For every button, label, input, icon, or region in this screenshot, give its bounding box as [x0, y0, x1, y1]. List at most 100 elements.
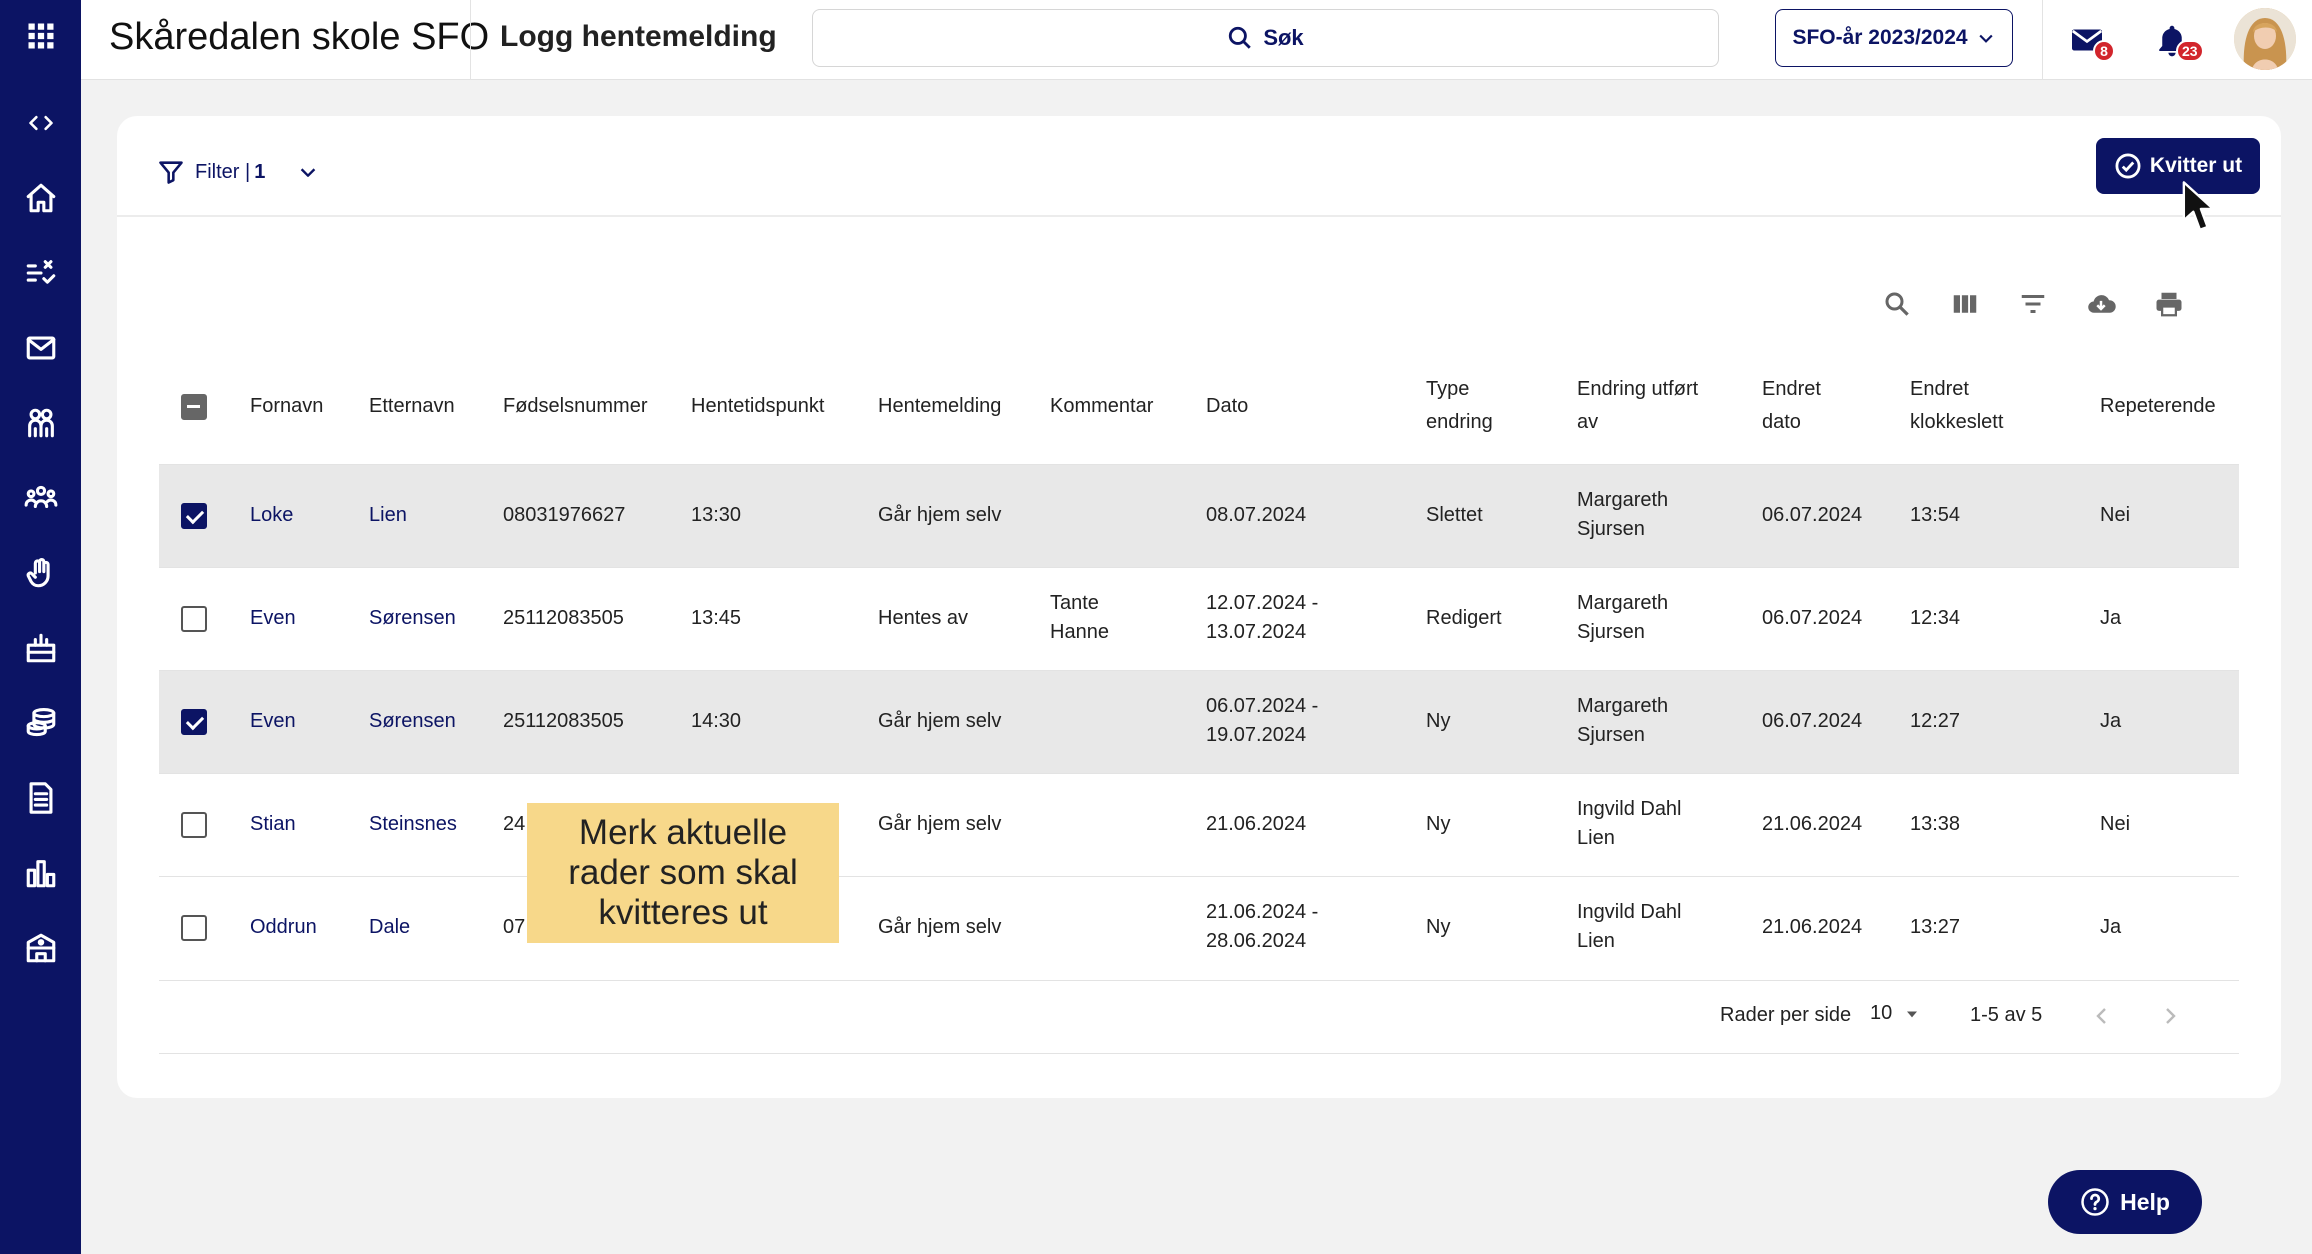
tasks-icon[interactable] [0, 243, 81, 303]
header-dato[interactable]: Dato [1206, 390, 1248, 423]
row-checkbox[interactable] [181, 503, 207, 529]
pagination-bottom-line [159, 1053, 2239, 1054]
cell-fornavn[interactable]: Stian [250, 810, 296, 839]
cell-etternavn[interactable]: Steinsnes [369, 810, 457, 839]
columns-icon[interactable] [1943, 282, 1987, 326]
messages-button[interactable]: 8 [2047, 0, 2127, 80]
cell-endring-utfort-av-line2: Sjursen [1577, 724, 1645, 746]
row-checkbox[interactable] [181, 606, 207, 632]
cell-repeterende: Ja [2100, 916, 2122, 938]
cell-kommentar-line2: Hanne [1050, 621, 1109, 643]
kvitter-ut-button[interactable]: Kvitter ut [2096, 138, 2260, 194]
filter-list-icon[interactable] [2011, 282, 2055, 326]
header-endret-dato[interactable]: Endret dato [1762, 373, 1821, 439]
row-checkbox[interactable] [181, 812, 207, 838]
header-endret-klokkeslett[interactable]: Endret klokkeslett [1910, 373, 2003, 439]
search-input[interactable]: Søk [812, 9, 1719, 67]
cell-endring-utfort-av-line1: Margareth [1577, 592, 1669, 614]
cell-etternavn[interactable]: Lien [369, 501, 407, 530]
school-name[interactable]: Skåredalen skole SFO [109, 16, 489, 59]
statistics-icon[interactable] [0, 843, 81, 903]
table-search-icon[interactable] [1875, 282, 1919, 326]
cell-endret-klokkeslett: 12:34 [1910, 607, 1961, 629]
filter-label: Filter | [195, 160, 251, 183]
row-checkbox[interactable] [181, 915, 207, 941]
document-icon[interactable] [0, 768, 81, 828]
row-divider [159, 670, 2239, 671]
people-icon[interactable] [0, 393, 81, 453]
row-divider [159, 773, 2239, 774]
cell-fodselsnummer: 25112083505 [503, 710, 624, 732]
question-circle-icon [2081, 1188, 2109, 1216]
cell-endring-utfort-av: Margareth Sjursen [1577, 486, 1668, 544]
caret-down-icon [1907, 1011, 1918, 1017]
expand-sidebar-icon[interactable] [0, 93, 81, 153]
avatar[interactable] [2234, 8, 2296, 70]
header-fornavn[interactable]: Fornavn [250, 390, 323, 423]
cell-fodselsnummer: 07 [503, 916, 526, 938]
chevron-down-icon [1978, 34, 1993, 43]
home-icon[interactable] [0, 168, 81, 228]
apps-grid-icon[interactable] [0, 6, 81, 66]
header-hentetidspunkt[interactable]: Hentetidspunkt [691, 390, 824, 423]
help-button[interactable]: Help [2048, 1170, 2202, 1234]
rows-per-page-select[interactable]: 10 [1870, 1002, 1922, 1025]
cell-endret-klokkeslett: 13:27 [1910, 916, 1961, 938]
header-etternavn[interactable]: Etternavn [369, 390, 455, 423]
header-endret-dato-line2: dato [1762, 411, 1801, 433]
topbar: Skåredalen skole SFO Logg hentemelding S… [81, 0, 2312, 80]
header-repeterende[interactable]: Repeterende [2100, 390, 2216, 423]
cell-etternavn[interactable]: Dale [369, 913, 410, 942]
header-type-endring-line2: endring [1426, 411, 1493, 433]
cell-endring-utfort-av-line2: Sjursen [1577, 518, 1645, 540]
filter-funnel-icon [159, 161, 183, 184]
school-icon[interactable] [0, 918, 81, 978]
download-cloud-icon[interactable] [2079, 282, 2123, 326]
cell-fornavn[interactable]: Loke [250, 501, 293, 530]
prev-page-icon[interactable] [2090, 1004, 2114, 1028]
sidebar [0, 0, 81, 1254]
cell-etternavn[interactable]: Sørensen [369, 604, 456, 633]
cell-fodselsnummer: 25112083505 [503, 607, 624, 629]
cell-endret-dato: 06.07.2024 [1762, 710, 1863, 732]
kvitter-ut-label: Kvitter ut [2149, 154, 2243, 177]
header-hentemelding[interactable]: Hentemelding [878, 390, 1001, 423]
groups-icon[interactable] [0, 468, 81, 528]
year-select-label: SFO-år 2023/2024 [1792, 26, 1968, 49]
filter-button[interactable]: Filter | 1 [157, 150, 319, 194]
activities-icon[interactable] [0, 618, 81, 678]
header-fodselsnummer[interactable]: Fødselsnummer [503, 390, 647, 423]
payments-icon[interactable] [0, 693, 81, 753]
cell-repeterende: Nei [2100, 813, 2131, 835]
pagination-range: 1-5 av 5 [1970, 1004, 2043, 1026]
cell-etternavn[interactable]: Sørensen [369, 707, 456, 736]
topbar-divider [2042, 0, 2043, 80]
table-bottom-line [159, 980, 2239, 981]
row-checkbox[interactable] [181, 709, 207, 735]
cell-type-endring: Slettet [1426, 504, 1483, 526]
header-type-endring[interactable]: Type endring [1426, 373, 1493, 439]
cell-fornavn[interactable]: Even [250, 707, 296, 736]
help-label: Help [2120, 1188, 2170, 1215]
mail-icon[interactable] [0, 318, 81, 378]
card-divider [117, 215, 2281, 217]
cell-fornavn[interactable]: Oddrun [250, 913, 317, 942]
select-all-checkbox[interactable] [181, 394, 207, 420]
header-endring-av-line2: av [1577, 411, 1599, 433]
cell-fornavn[interactable]: Even [250, 604, 296, 633]
cell-dato-line1: 06.07.2024 - [1206, 695, 1319, 717]
cell-dato: 21.06.2024 [1206, 810, 1306, 839]
year-select[interactable]: SFO-år 2023/2024 [1775, 9, 2013, 67]
header-kommentar[interactable]: Kommentar [1050, 390, 1153, 423]
cell-dato: 08.07.2024 [1206, 501, 1306, 530]
cell-repeterende: Ja [2100, 710, 2122, 732]
cell-kommentar-line1: Tante [1050, 592, 1099, 614]
header-endring-utfort-av[interactable]: Endring utført av [1577, 373, 1698, 439]
cell-type-endring: Ny [1426, 813, 1451, 835]
notifications-button[interactable]: 23 [2132, 0, 2212, 80]
print-icon[interactable] [2147, 282, 2191, 326]
next-page-icon[interactable] [2158, 1004, 2182, 1028]
cell-endring-utfort-av-line1: Ingvild Dahl [1577, 901, 1682, 923]
log-card: Filter | 1 Kvitter ut Fornavn Etternavn F… [117, 116, 2281, 1098]
hand-icon[interactable] [0, 543, 81, 603]
